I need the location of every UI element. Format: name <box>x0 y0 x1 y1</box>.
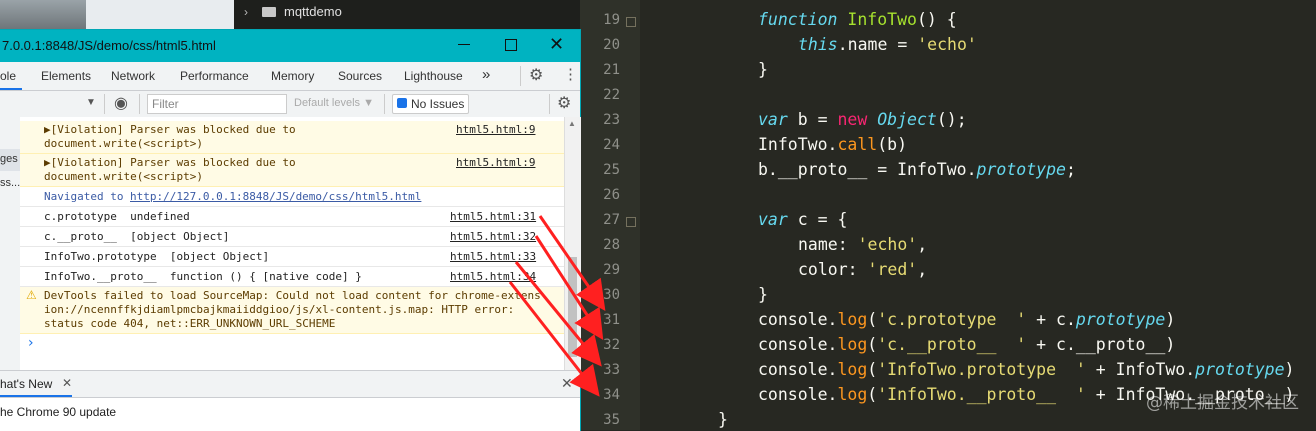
annotation-arrows <box>508 215 606 397</box>
arrow-line-34 <box>508 281 600 397</box>
arrow-line-32 <box>534 235 604 341</box>
